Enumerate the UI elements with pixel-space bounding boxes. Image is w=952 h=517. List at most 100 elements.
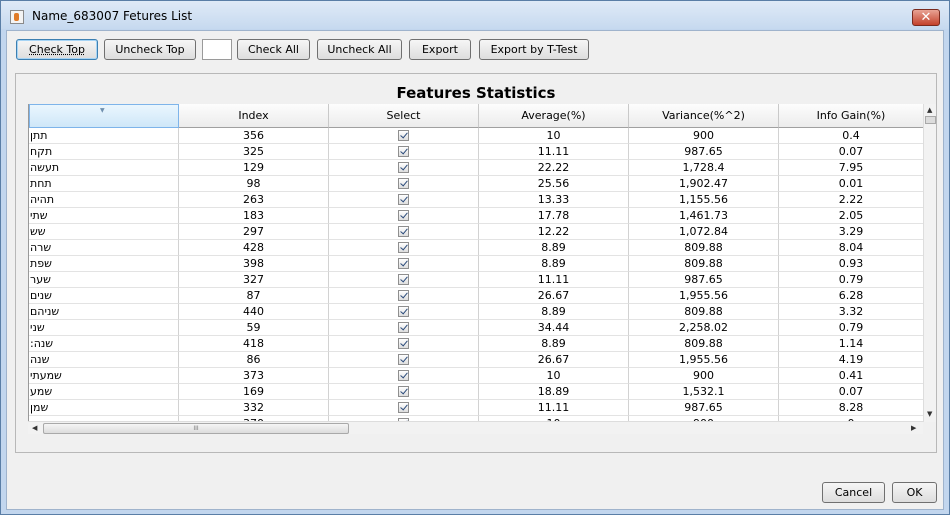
select-checkbox[interactable] bbox=[398, 402, 409, 413]
cell-average: 11.11 bbox=[479, 400, 629, 416]
column-header-word[interactable]: ▼ bbox=[29, 104, 179, 128]
title-bar[interactable]: Name_683007 Fetures List ✕ bbox=[1, 1, 949, 29]
cell-word: שתי bbox=[29, 208, 179, 224]
select-checkbox[interactable] bbox=[398, 162, 409, 173]
cell-select[interactable] bbox=[329, 352, 479, 368]
cell-select[interactable] bbox=[329, 176, 479, 192]
cell-select[interactable] bbox=[329, 160, 479, 176]
cell-info-gain: 0.01 bbox=[779, 176, 924, 192]
column-header-variance[interactable]: Variance(%^2) bbox=[629, 104, 779, 128]
uncheck-all-button[interactable]: Uncheck All bbox=[317, 39, 402, 60]
cell-select[interactable] bbox=[329, 368, 479, 384]
vertical-scroll-thumb[interactable] bbox=[925, 116, 936, 124]
top-n-input[interactable] bbox=[202, 39, 232, 60]
word-text: שני bbox=[30, 321, 45, 334]
cell-info-gain: 6.28 bbox=[779, 288, 924, 304]
select-checkbox[interactable] bbox=[398, 386, 409, 397]
cell-select[interactable] bbox=[329, 384, 479, 400]
scroll-grip: III bbox=[193, 425, 199, 432]
table-row[interactable]: שפת 398 8.89 809.88 0.93 bbox=[29, 256, 924, 272]
table-row[interactable]: שמעתי 373 10 900 0.41 bbox=[29, 368, 924, 384]
cell-select[interactable] bbox=[329, 192, 479, 208]
table-row[interactable]: שמע 169 18.89 1,532.1 0.07 bbox=[29, 384, 924, 400]
select-checkbox[interactable] bbox=[398, 210, 409, 221]
select-checkbox[interactable] bbox=[398, 242, 409, 253]
word-text: שפת bbox=[30, 257, 52, 270]
horizontal-scroll-thumb[interactable]: III bbox=[43, 423, 349, 434]
column-header-info-gain[interactable]: Info Gain(%) bbox=[779, 104, 924, 128]
export-button[interactable]: Export bbox=[409, 39, 471, 60]
table-row[interactable]: תקח 325 11.11 987.65 0.07 bbox=[29, 144, 924, 160]
cell-select[interactable] bbox=[329, 224, 479, 240]
cell-select[interactable] bbox=[329, 208, 479, 224]
table-row[interactable]: שניהם 440 8.89 809.88 3.32 bbox=[29, 304, 924, 320]
close-button[interactable]: ✕ bbox=[912, 9, 940, 26]
vertical-scrollbar[interactable]: ▲ ▼ bbox=[923, 104, 936, 422]
select-checkbox[interactable] bbox=[398, 258, 409, 269]
cell-info-gain: 8.04 bbox=[779, 240, 924, 256]
select-checkbox[interactable] bbox=[398, 306, 409, 317]
table-row[interactable]: שנה 86 26.67 1,955.56 4.19 bbox=[29, 352, 924, 368]
cancel-button[interactable]: Cancel bbox=[822, 482, 885, 503]
scroll-right-icon[interactable]: ▶ bbox=[911, 424, 916, 432]
select-checkbox[interactable] bbox=[398, 338, 409, 349]
cell-select[interactable] bbox=[329, 336, 479, 352]
select-checkbox[interactable] bbox=[398, 130, 409, 141]
cell-info-gain: 0.07 bbox=[779, 144, 924, 160]
select-checkbox[interactable] bbox=[398, 146, 409, 157]
select-checkbox[interactable] bbox=[398, 226, 409, 237]
cell-average: 8.89 bbox=[479, 240, 629, 256]
cell-select[interactable] bbox=[329, 288, 479, 304]
table-row[interactable]: תעשה 129 22.22 1,728.4 7.95 bbox=[29, 160, 924, 176]
select-checkbox[interactable] bbox=[398, 370, 409, 381]
check-all-button[interactable]: Check All bbox=[237, 39, 310, 60]
table-row[interactable]: שני 59 34.44 2,258.02 0.79 bbox=[29, 320, 924, 336]
scroll-down-icon[interactable]: ▼ bbox=[927, 410, 932, 418]
cell-select[interactable] bbox=[329, 304, 479, 320]
column-header-average[interactable]: Average(%) bbox=[479, 104, 629, 128]
cell-index: 332 bbox=[179, 400, 329, 416]
cell-average: 10 bbox=[479, 368, 629, 384]
table-row[interactable]: שער 327 11.11 987.65 0.79 bbox=[29, 272, 924, 288]
column-header-select[interactable]: Select bbox=[329, 104, 479, 128]
table-row[interactable]: תהיה 263 13.33 1,155.56 2.22 bbox=[29, 192, 924, 208]
table-row[interactable]: שתי 183 17.78 1,461.73 2.05 bbox=[29, 208, 924, 224]
cell-select[interactable] bbox=[329, 272, 479, 288]
horizontal-scrollbar[interactable]: ◀ III ▶ bbox=[28, 421, 923, 434]
table-row[interactable]: תתן 356 10 900 0.4 bbox=[29, 128, 924, 144]
select-checkbox[interactable] bbox=[398, 322, 409, 333]
select-checkbox[interactable] bbox=[398, 194, 409, 205]
select-checkbox[interactable] bbox=[398, 178, 409, 189]
cell-select[interactable] bbox=[329, 256, 479, 272]
cell-word: שני bbox=[29, 320, 179, 336]
scroll-left-icon[interactable]: ◀ bbox=[32, 424, 37, 432]
select-checkbox[interactable] bbox=[398, 354, 409, 365]
cell-variance: 987.65 bbox=[629, 144, 779, 160]
cell-select[interactable] bbox=[329, 144, 479, 160]
column-header-index[interactable]: Index bbox=[179, 104, 329, 128]
ok-button[interactable]: OK bbox=[892, 482, 937, 503]
cell-average: 18.89 bbox=[479, 384, 629, 400]
table-row[interactable]: שמן 332 11.11 987.65 8.28 bbox=[29, 400, 924, 416]
select-checkbox[interactable] bbox=[398, 274, 409, 285]
cell-average: 26.67 bbox=[479, 288, 629, 304]
scroll-up-icon[interactable]: ▲ bbox=[927, 106, 932, 114]
table-row[interactable]: שש 297 12.22 1,072.84 3.29 bbox=[29, 224, 924, 240]
table-row[interactable]: שרה 428 8.89 809.88 8.04 bbox=[29, 240, 924, 256]
select-checkbox[interactable] bbox=[398, 290, 409, 301]
cell-select[interactable] bbox=[329, 320, 479, 336]
table-row[interactable]: שנים 87 26.67 1,955.56 6.28 bbox=[29, 288, 924, 304]
cell-select[interactable] bbox=[329, 400, 479, 416]
cell-word: שנה bbox=[29, 352, 179, 368]
export-ttest-button[interactable]: Export by T-Test bbox=[479, 39, 589, 60]
table-row[interactable]: שנה: 418 8.89 809.88 1.14 bbox=[29, 336, 924, 352]
uncheck-top-button[interactable]: Uncheck Top bbox=[104, 39, 196, 60]
features-list-window: Name_683007 Fetures List ✕ Check Top Unc… bbox=[0, 0, 950, 515]
word-text: שניהם bbox=[30, 305, 60, 318]
cell-variance: 987.65 bbox=[629, 400, 779, 416]
cell-select[interactable] bbox=[329, 240, 479, 256]
check-top-button[interactable]: Check Top bbox=[16, 39, 98, 60]
table-row[interactable]: תחת 98 25.56 1,902.47 0.01 bbox=[29, 176, 924, 192]
cell-index: 428 bbox=[179, 240, 329, 256]
cell-select[interactable] bbox=[329, 128, 479, 144]
